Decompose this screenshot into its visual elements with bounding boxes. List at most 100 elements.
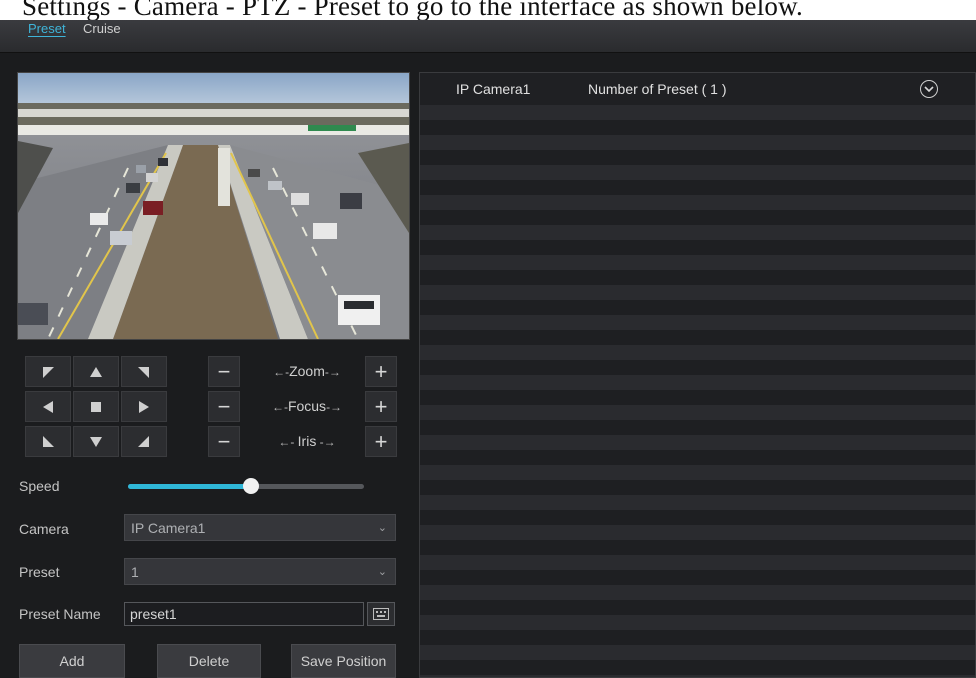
preset-list-row: [420, 375, 975, 390]
ptz-down-left-button[interactable]: [25, 426, 71, 457]
speed-label: Speed: [19, 478, 60, 494]
iris-label-text: Iris: [297, 433, 317, 449]
ptz-stop-button[interactable]: [73, 391, 119, 422]
plus-icon: +: [374, 428, 388, 454]
preset-list-row: [420, 450, 975, 465]
preset-list-row: [420, 405, 975, 420]
preset-list-row: [420, 150, 975, 165]
preset-list-row: [420, 495, 975, 510]
camera-select[interactable]: IP Camera1 ⌄: [124, 514, 396, 541]
expand-button[interactable]: [920, 80, 938, 98]
preset-name-input[interactable]: preset1: [124, 602, 364, 626]
preset-label: Preset: [19, 564, 60, 580]
preset-list-row: [420, 480, 975, 495]
preset-list-row: [420, 120, 975, 135]
minus-icon: −: [217, 393, 231, 419]
preset-list-panel: IP Camera1 Number of Preset ( 1 ): [419, 72, 976, 678]
ptz-up-button[interactable]: [73, 356, 119, 387]
camera-label: Camera: [19, 521, 69, 537]
delete-button[interactable]: Delete: [157, 644, 261, 678]
tab-cruise[interactable]: Cruise: [83, 21, 121, 36]
preset-count: Number of Preset ( 1 ): [588, 81, 727, 97]
zoom-in-button[interactable]: +: [365, 356, 397, 387]
preset-list-row: [420, 165, 975, 180]
right-arrow-icon: -→: [326, 400, 343, 414]
tab-cruise-label: Cruise: [83, 21, 121, 36]
preset-select[interactable]: 1 ⌄: [124, 558, 396, 585]
camera-live-view: [17, 72, 410, 340]
preset-list-row: [420, 285, 975, 300]
zoom-label: ←-Zoom-→: [253, 363, 361, 379]
arrow-down-right-icon: [138, 435, 149, 447]
preset-list-row: [420, 135, 975, 150]
ptz-left-button[interactable]: [25, 391, 71, 422]
preset-list-header: IP Camera1 Number of Preset ( 1 ): [420, 73, 975, 105]
preset-list-row: [420, 225, 975, 240]
preset-list-row: [420, 540, 975, 555]
preset-list-row: [420, 255, 975, 270]
preset-list-row: [420, 435, 975, 450]
ptz-up-left-button[interactable]: [25, 356, 71, 387]
left-arrow-icon: ←-: [278, 435, 298, 449]
arrow-down-left-icon: [43, 435, 54, 447]
left-arrow-icon: ←-: [273, 365, 290, 379]
ptz-up-right-button[interactable]: [121, 356, 167, 387]
iris-label: ←- Iris -→: [253, 433, 361, 449]
right-arrow-icon: -→: [324, 365, 341, 379]
preset-list-row: [420, 585, 975, 600]
speed-slider-thumb[interactable]: [242, 478, 259, 494]
speed-slider[interactable]: [128, 478, 364, 494]
preset-list-row: [420, 180, 975, 195]
caption-text: Settings - Camera - PTZ - Preset to go t…: [22, 0, 804, 20]
preset-list-row: [420, 600, 975, 615]
preset-list-row: [420, 510, 975, 525]
preset-list-row: [420, 300, 975, 315]
preset-list-row: [420, 615, 975, 630]
preset-list-row: [420, 660, 975, 675]
preset-select-value: 1: [131, 564, 139, 580]
preset-list-row: [420, 570, 975, 585]
keyboard-button[interactable]: [367, 602, 395, 626]
focus-near-button[interactable]: −: [208, 391, 240, 422]
preset-list-row: [420, 525, 975, 540]
save-position-button[interactable]: Save Position: [291, 644, 396, 678]
minus-icon: −: [217, 428, 231, 454]
iris-open-button[interactable]: +: [365, 426, 397, 457]
focus-label: ←-Focus-→: [253, 398, 361, 414]
preset-list-row: [420, 105, 975, 120]
preset-list-row: [420, 420, 975, 435]
preset-list-row: [420, 315, 975, 330]
ptz-right-button[interactable]: [121, 391, 167, 422]
keyboard-icon: [373, 608, 389, 620]
arrow-up-right-icon: [138, 366, 149, 378]
zoom-out-button[interactable]: −: [208, 356, 240, 387]
stop-icon: [91, 401, 101, 412]
plus-icon: +: [374, 358, 388, 384]
ptz-down-button[interactable]: [73, 426, 119, 457]
chevron-down-icon: ⌄: [377, 566, 387, 578]
zoom-label-text: Zoom: [289, 363, 325, 379]
minus-icon: −: [217, 358, 231, 384]
ptz-down-right-button[interactable]: [121, 426, 167, 457]
tab-preset[interactable]: Preset: [28, 21, 66, 36]
preset-list-row: [420, 630, 975, 645]
arrow-right-icon: [139, 400, 149, 413]
arrow-up-icon: [90, 366, 102, 377]
iris-close-button[interactable]: −: [208, 426, 240, 457]
document-caption: Settings - Camera - PTZ - Preset to go t…: [0, 0, 976, 20]
focus-far-button[interactable]: +: [365, 391, 397, 422]
preset-list-row: [420, 645, 975, 660]
preset-name-label: Preset Name: [19, 606, 101, 622]
arrow-down-icon: [90, 436, 102, 447]
chevron-down-icon: ⌄: [377, 522, 387, 534]
add-button[interactable]: Add: [19, 644, 125, 678]
focus-label-text: Focus: [287, 398, 327, 414]
preset-list-row: [420, 210, 975, 225]
speed-slider-fill: [128, 484, 251, 489]
preset-list-row: [420, 360, 975, 375]
preset-list-row: [420, 345, 975, 360]
preset-list-row: [420, 195, 975, 210]
preset-list-row: [420, 465, 975, 480]
preset-list-row: [420, 270, 975, 285]
preset-list-row: [420, 330, 975, 345]
